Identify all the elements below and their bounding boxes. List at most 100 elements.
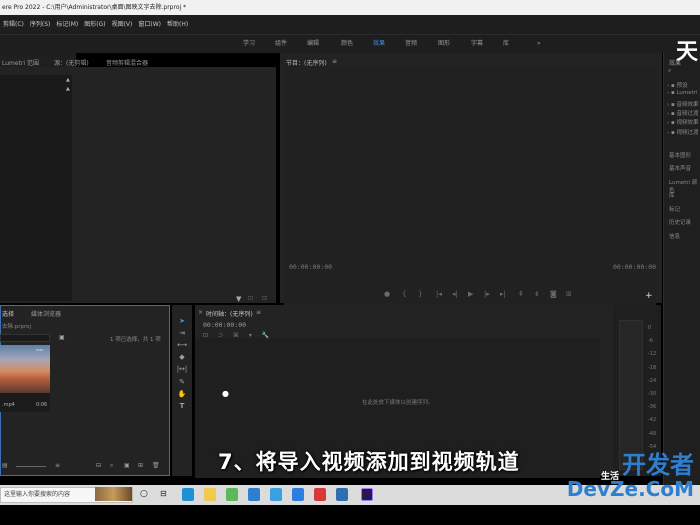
cortana-icon[interactable]: ○: [140, 489, 148, 499]
task-view-icon[interactable]: ⊟: [160, 489, 167, 498]
tab-audio-clip-mixer[interactable]: 音频剪辑混合器: [106, 58, 148, 67]
snap-icon[interactable]: ⊃: [218, 332, 223, 339]
effects-tree-item[interactable]: › ▪ 音频过渡: [667, 109, 698, 117]
extract-icon[interactable]: ⇟: [534, 290, 540, 298]
tab-media-browser[interactable]: 媒体浏览器: [31, 309, 61, 318]
scroll-up-icon[interactable]: ▲: [66, 77, 70, 83]
effects-tree-item[interactable]: › ▪ 音频效果: [667, 100, 698, 108]
effects-tree-item[interactable]: › ▪ Lumetri: [667, 90, 698, 96]
trash-icon[interactable]: 🗑: [152, 462, 160, 469]
new-item-icon[interactable]: ⊞: [138, 462, 143, 469]
right-panel-item[interactable]: 信息: [669, 232, 680, 240]
export-frame-icon[interactable]: ⊡: [248, 295, 253, 302]
timeline-menu-icon[interactable]: ≡: [256, 309, 261, 316]
filter-icon[interactable]: ▼: [236, 295, 241, 303]
nest-icon[interactable]: ⊡: [203, 332, 208, 339]
workspace-tab[interactable]: 音频: [405, 35, 417, 53]
find-icon[interactable]: ⌕: [110, 462, 113, 470]
effects-tree-item[interactable]: › ▪ 视频过渡: [667, 128, 698, 136]
edge-icon[interactable]: [182, 488, 194, 501]
workspace-tab[interactable]: 效果: [373, 35, 385, 53]
right-panel-item[interactable]: 基本图形: [669, 151, 691, 159]
razor-tool-icon[interactable]: ◆: [176, 352, 188, 362]
mark-in-icon[interactable]: {: [402, 290, 406, 298]
effects-tree-item[interactable]: › ▪ 视频效果: [667, 118, 698, 126]
play-icon[interactable]: ▶: [468, 290, 473, 298]
menu-item[interactable]: 视图(V): [112, 15, 133, 35]
clip-thumbnail-card[interactable]: ▭▭ .mp4 0:06: [0, 345, 50, 412]
panel-menu-icon[interactable]: ≡: [332, 58, 337, 65]
slip-tool-icon[interactable]: |↔|: [176, 364, 188, 374]
bottom-strip: [0, 505, 700, 525]
marker-icon[interactable]: ▾: [249, 332, 252, 339]
linked-selection-icon[interactable]: ⌘: [233, 332, 239, 339]
step-forward-icon[interactable]: |▸: [484, 290, 490, 298]
wrench-icon[interactable]: 🔧: [262, 332, 269, 339]
automate-icon[interactable]: ⊟: [96, 462, 101, 469]
mail-icon[interactable]: [248, 488, 260, 501]
menu-item[interactable]: 序列(S): [30, 15, 51, 35]
scroll-down-icon[interactable]: ▲: [66, 86, 70, 92]
right-panel-item[interactable]: 库: [669, 191, 675, 199]
watermark-small: 生活: [601, 472, 620, 482]
file-explorer-icon[interactable]: [204, 488, 216, 501]
workspace-tab[interactable]: 字幕: [471, 35, 483, 53]
workspace-tab[interactable]: 库: [503, 35, 509, 53]
tab-source[interactable]: 源：(无剪辑): [54, 58, 89, 67]
add-marker-icon[interactable]: ●: [384, 290, 390, 298]
timeline-timecode[interactable]: 00:00:00:00: [203, 321, 246, 329]
wps-icon[interactable]: [314, 488, 326, 501]
workspace-tab[interactable]: 组件: [275, 35, 287, 53]
hand-tool-icon[interactable]: ✋: [176, 389, 188, 399]
program-timecode-current[interactable]: 00:00:00:00: [289, 263, 332, 271]
menu-item[interactable]: 窗口(W): [138, 15, 161, 35]
workspace-tab[interactable]: 颜色: [341, 35, 353, 53]
effects-tree-item[interactable]: › ▪ 预设: [667, 81, 687, 89]
tab-lumetri-scope[interactable]: Lumetri 范围: [2, 58, 39, 67]
workspace-tab[interactable]: 编辑: [307, 35, 319, 53]
meter-label: -6: [648, 338, 653, 345]
menu-item[interactable]: 图形(G): [84, 15, 105, 35]
add-button-icon[interactable]: +: [645, 291, 653, 301]
project-search-input[interactable]: [0, 334, 50, 342]
clip-thumbnail[interactable]: ▭▭: [0, 345, 50, 393]
meter-label: -18: [648, 364, 657, 371]
menu-item[interactable]: 剪辑(C): [3, 15, 24, 35]
sort-icon[interactable]: ≡: [55, 462, 60, 469]
go-to-out-icon[interactable]: ▸|: [500, 290, 506, 298]
right-panel-item[interactable]: 历史记录: [669, 218, 691, 226]
type-tool-icon[interactable]: T: [176, 401, 188, 411]
new-bin-icon[interactable]: ▣: [59, 334, 65, 341]
lift-icon[interactable]: ⇞: [518, 290, 524, 298]
right-panel-item[interactable]: 基本声音: [669, 164, 691, 172]
track-select-tool-icon[interactable]: ⇥: [176, 328, 188, 338]
workspace-tab[interactable]: »: [537, 35, 541, 53]
store-icon[interactable]: [226, 488, 238, 501]
workspace-tab[interactable]: 学习: [243, 35, 255, 53]
settings-icon[interactable]: ⊡: [262, 295, 267, 302]
ripple-edit-tool-icon[interactable]: ⟷: [176, 340, 188, 350]
pen-tool-icon[interactable]: ✎: [176, 377, 188, 387]
app-blue-icon[interactable]: [292, 488, 304, 501]
menu-item[interactable]: 标记(M): [56, 15, 78, 35]
list-view-icon[interactable]: ▤: [2, 462, 8, 469]
menu-item[interactable]: 帮助(H): [167, 15, 188, 35]
mark-out-icon[interactable]: }: [418, 290, 422, 298]
search-icon[interactable]: ⌕: [668, 67, 671, 75]
window-title: ere Pro 2022 - C:\用户\Administrator\桌面\图映…: [2, 4, 187, 11]
tab-project[interactable]: 选择: [2, 309, 14, 318]
program-display: [284, 66, 656, 326]
workspace-tab[interactable]: 图形: [438, 35, 450, 53]
premiere-pro-icon[interactable]: [361, 488, 373, 501]
right-panel-item[interactable]: 标记: [669, 205, 680, 213]
compare-icon[interactable]: ⊞: [566, 290, 572, 298]
camera-icon[interactable]: ◙: [550, 290, 557, 298]
go-to-in-icon[interactable]: |◂: [436, 290, 442, 298]
close-icon[interactable]: ×: [198, 309, 203, 316]
zoom-slider[interactable]: [16, 466, 46, 467]
step-back-icon[interactable]: ◂|: [452, 290, 458, 298]
browser-icon[interactable]: [270, 488, 282, 501]
selection-tool-icon[interactable]: ➤: [176, 316, 188, 326]
new-bin-footer-icon[interactable]: ▣: [124, 462, 130, 469]
app-generic-icon[interactable]: [336, 488, 348, 501]
